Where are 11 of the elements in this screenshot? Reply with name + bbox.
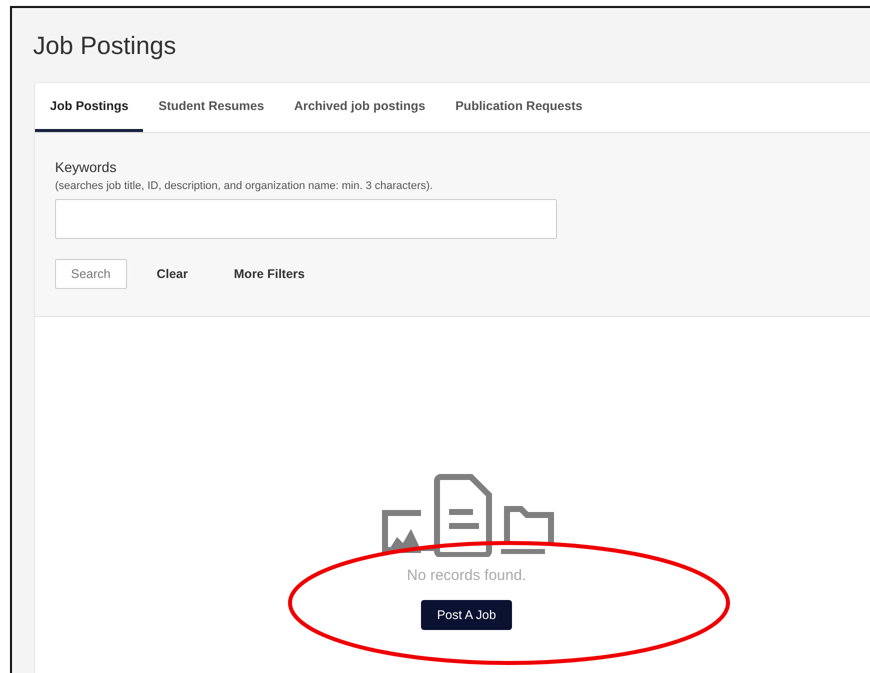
post-job-button[interactable]: Post A Job <box>420 600 512 630</box>
filter-button[interactable]: Clear <box>140 259 204 289</box>
empty-message: No records found. <box>406 567 526 584</box>
keywords-hint: (searches job title, ID, description, and organization name: min. 3 characters). <box>55 180 434 192</box>
keywords-label: Keywords <box>55 159 118 175</box>
filter-button[interactable]: More Filters <box>218 259 321 289</box>
tab[interactable]: Archived job postings <box>279 83 440 132</box>
tab[interactable]: Student Resumes <box>143 83 280 132</box>
tab[interactable]: Publication Requests <box>440 83 598 132</box>
search-button[interactable]: Search <box>55 259 127 289</box>
page-title: Job Postings <box>33 31 176 62</box>
